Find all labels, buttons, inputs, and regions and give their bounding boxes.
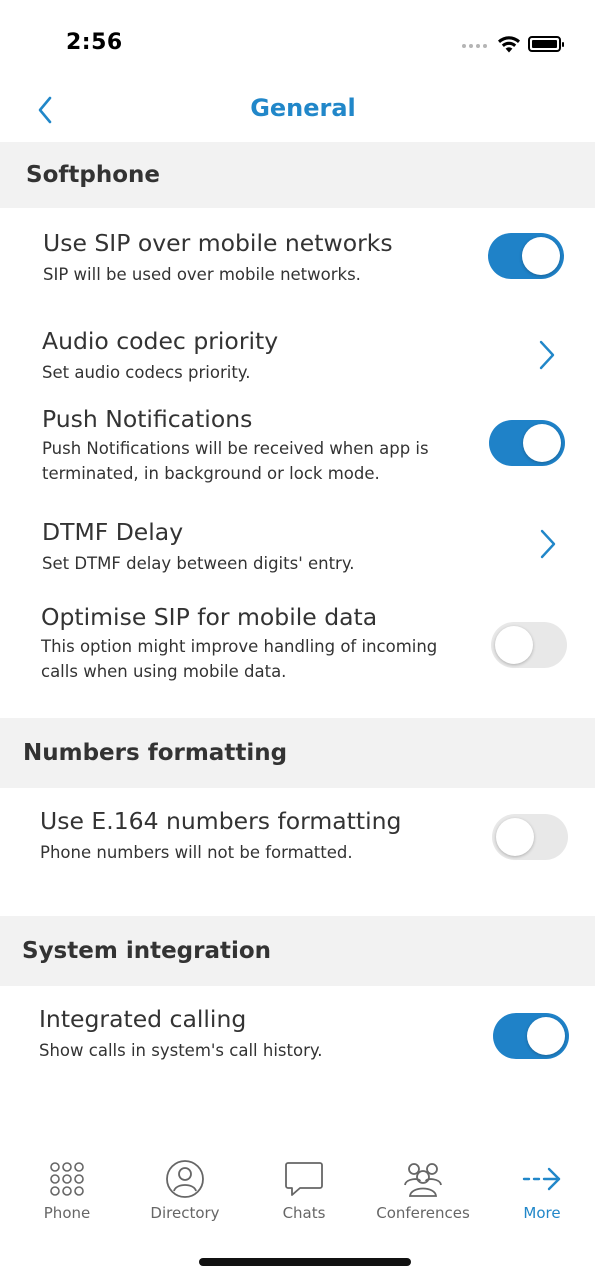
push-notifications-toggle[interactable] bbox=[489, 420, 565, 466]
setting-push-notifications[interactable]: Push Notifications Push Notifications wi… bbox=[0, 404, 595, 498]
section-header-numbers-formatting: Numbers formatting bbox=[0, 718, 595, 788]
battery-icon bbox=[528, 36, 564, 52]
setting-integrated-calling[interactable]: Integrated calling Show calls in system'… bbox=[0, 986, 595, 1096]
chevron-right-icon[interactable] bbox=[537, 339, 557, 371]
wifi-icon bbox=[498, 36, 520, 53]
status-time: 2:56 bbox=[66, 30, 123, 55]
section-header-system-integration: System integration bbox=[0, 916, 595, 986]
tab-label: Directory bbox=[150, 1204, 220, 1222]
settings-list: Softphone Use SIP over mobile networks S… bbox=[0, 142, 595, 1096]
setting-subtitle: Set DTMF delay between digits' entry. bbox=[42, 553, 355, 573]
tab-chats[interactable]: Chats bbox=[249, 1158, 359, 1222]
navigation-bar: General bbox=[0, 88, 595, 142]
setting-title: Audio codec priority bbox=[42, 326, 279, 355]
setting-subtitle: Push Notifications will be received when… bbox=[42, 439, 429, 483]
setting-subtitle: Show calls in system's call history. bbox=[39, 1041, 323, 1060]
tab-bar: Phone Directory Chats Conferences More bbox=[0, 1140, 595, 1236]
setting-audio-codec-priority[interactable]: Audio codec priority Set audio codecs pr… bbox=[0, 306, 595, 404]
page-title: General bbox=[250, 94, 356, 122]
e164-formatting-toggle[interactable] bbox=[492, 814, 568, 860]
setting-title: Integrated calling bbox=[39, 1005, 247, 1033]
tab-more[interactable]: More bbox=[487, 1158, 595, 1222]
setting-e164-formatting[interactable]: Use E.164 numbers formatting Phone numbe… bbox=[0, 788, 595, 916]
group-icon bbox=[404, 1163, 442, 1197]
setting-subtitle: Set audio codecs priority. bbox=[42, 362, 251, 382]
setting-title: Optimise SIP for mobile data bbox=[41, 603, 378, 631]
tab-conferences[interactable]: Conferences bbox=[368, 1158, 478, 1222]
tab-directory[interactable]: Directory bbox=[130, 1158, 240, 1222]
setting-dtmf-delay[interactable]: DTMF Delay Set DTMF delay between digits… bbox=[0, 498, 595, 594]
setting-subtitle: This option might improve handling of in… bbox=[41, 637, 438, 681]
section-header-softphone: Softphone bbox=[0, 142, 595, 208]
setting-subtitle: Phone numbers will not be formatted. bbox=[40, 843, 353, 862]
setting-title: Push Notifications bbox=[42, 405, 253, 433]
setting-optimise-sip[interactable]: Optimise SIP for mobile data This option… bbox=[0, 594, 595, 718]
tab-phone[interactable]: Phone bbox=[12, 1158, 122, 1222]
chat-bubble-icon bbox=[285, 1162, 323, 1196]
person-icon bbox=[166, 1160, 204, 1198]
setting-title: DTMF Delay bbox=[42, 517, 184, 546]
use-sip-over-mobile-toggle[interactable] bbox=[488, 233, 564, 279]
arrow-right-icon bbox=[522, 1167, 561, 1191]
setting-title: Use E.164 numbers formatting bbox=[40, 807, 402, 835]
setting-subtitle: SIP will be used over mobile networks. bbox=[43, 264, 361, 284]
tab-label: More bbox=[523, 1204, 561, 1222]
tab-label: Chats bbox=[282, 1204, 326, 1222]
tab-label: Phone bbox=[43, 1204, 91, 1222]
cellular-signal-icon bbox=[462, 44, 487, 48]
optimise-sip-toggle[interactable] bbox=[491, 622, 567, 668]
tab-label: Conferences bbox=[376, 1204, 470, 1222]
setting-use-sip-over-mobile[interactable]: Use SIP over mobile networks SIP will be… bbox=[0, 208, 595, 306]
setting-title: Use SIP over mobile networks bbox=[43, 228, 393, 257]
dialpad-icon bbox=[50, 1162, 84, 1196]
home-indicator bbox=[199, 1258, 411, 1266]
chevron-right-icon[interactable] bbox=[538, 528, 558, 560]
status-bar: 2:56 bbox=[0, 0, 595, 88]
integrated-calling-toggle[interactable] bbox=[493, 1013, 569, 1059]
